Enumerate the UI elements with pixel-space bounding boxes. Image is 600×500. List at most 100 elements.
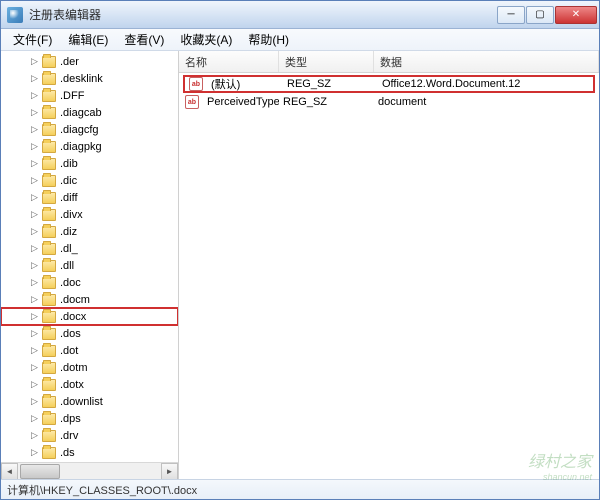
expand-icon[interactable]: ▷ — [29, 396, 40, 407]
folder-icon — [42, 175, 56, 187]
tree-item[interactable]: ▷ .desklink — [1, 70, 178, 87]
tree-item[interactable]: ▷.DFF — [1, 87, 178, 104]
expand-icon[interactable]: ▷ — [29, 277, 40, 288]
expand-icon[interactable]: ▷ — [29, 56, 40, 67]
folder-icon — [42, 379, 56, 391]
tree-item[interactable]: ▷.dos — [1, 325, 178, 342]
scroll-right-button[interactable]: ► — [161, 463, 178, 480]
tree-item[interactable]: ▷ .diagcfg — [1, 121, 178, 138]
tree-item-label: .diagcfg — [60, 124, 99, 136]
expand-icon[interactable]: ▷ — [29, 243, 40, 254]
window-controls: ─ ▢ ✕ — [496, 6, 597, 24]
menu-favorites[interactable]: 收藏夹(A) — [172, 29, 240, 50]
tree-item[interactable]: ▷ .dotm — [1, 359, 178, 376]
tree-item[interactable]: ▷.diagpkg — [1, 138, 178, 155]
tree-item-label: .desklink — [60, 73, 103, 85]
menu-view[interactable]: 查看(V) — [116, 29, 172, 50]
minimize-button[interactable]: ─ — [497, 6, 525, 24]
expand-icon[interactable]: ▷ — [29, 209, 40, 220]
app-icon — [7, 7, 23, 23]
cell-data: Office12.Word.Document.12 — [378, 78, 595, 90]
tree-item[interactable]: ▷.dib — [1, 155, 178, 172]
expand-icon[interactable]: ▷ — [29, 73, 40, 84]
tree-item[interactable]: ▷.drv — [1, 427, 178, 444]
menu-help[interactable]: 帮助(H) — [240, 29, 297, 50]
tree-item[interactable]: ▷.dps — [1, 410, 178, 427]
folder-icon — [42, 328, 56, 340]
tree-item-label: .docx — [60, 311, 86, 323]
scroll-track[interactable] — [18, 463, 161, 480]
expand-icon[interactable]: ▷ — [29, 294, 40, 305]
tree-item-label: .dotm — [60, 362, 88, 374]
titlebar[interactable]: 注册表编辑器 ─ ▢ ✕ — [1, 1, 599, 29]
expand-icon[interactable]: ▷ — [29, 345, 40, 356]
tree-item[interactable]: ▷ .diff — [1, 189, 178, 206]
tree-item-label: .docm — [60, 294, 90, 306]
maximize-button[interactable]: ▢ — [526, 6, 554, 24]
tree-item[interactable]: ▷.divx — [1, 206, 178, 223]
expand-icon[interactable]: ▷ — [29, 362, 40, 373]
statusbar: 计算机\HKEY_CLASSES_ROOT\.docx — [1, 479, 599, 499]
folder-icon — [42, 447, 56, 459]
expand-icon[interactable]: ▷ — [29, 90, 40, 101]
cell-name: (默认) — [207, 76, 283, 92]
scroll-thumb[interactable] — [20, 464, 60, 479]
folder-icon — [42, 430, 56, 442]
menu-edit[interactable]: 编辑(E) — [60, 29, 116, 50]
tree-item-label: .dl_ — [60, 243, 78, 255]
expand-icon[interactable]: ▷ — [29, 447, 40, 458]
tree-item[interactable]: ▷ .dl_ — [1, 240, 178, 257]
expand-icon[interactable]: ▷ — [29, 226, 40, 237]
folder-icon — [42, 345, 56, 357]
tree-item[interactable]: ▷.downlist — [1, 393, 178, 410]
expand-icon[interactable]: ▷ — [29, 175, 40, 186]
expand-icon[interactable]: ▷ — [29, 311, 40, 322]
expand-icon[interactable]: ▷ — [29, 107, 40, 118]
list-body[interactable]: ab(默认)REG_SZOffice12.Word.Document.12abP… — [179, 73, 599, 479]
tree-item[interactable]: ▷.diz — [1, 223, 178, 240]
folder-icon — [42, 243, 56, 255]
tree-item[interactable]: ▷ .der — [1, 53, 178, 70]
expand-icon[interactable]: ▷ — [29, 158, 40, 169]
tree-item[interactable]: ▷.dic — [1, 172, 178, 189]
tree-item[interactable]: ▷ .docx — [1, 308, 178, 325]
tree-item[interactable]: ▷.dll — [1, 257, 178, 274]
tree-item[interactable]: ▷ .doc — [1, 274, 178, 291]
menu-file[interactable]: 文件(F) — [5, 29, 60, 50]
expand-icon[interactable]: ▷ — [29, 379, 40, 390]
folder-icon — [42, 413, 56, 425]
tree-item[interactable]: ▷ .docm — [1, 291, 178, 308]
tree-item[interactable]: ▷.ds — [1, 444, 178, 461]
expand-icon[interactable]: ▷ — [29, 328, 40, 339]
scroll-left-button[interactable]: ◄ — [1, 463, 18, 480]
list-row[interactable]: ab(默认)REG_SZOffice12.Word.Document.12 — [183, 75, 595, 93]
folder-icon — [42, 362, 56, 374]
tree-item-label: .doc — [60, 277, 81, 289]
column-header-data[interactable]: 数据 — [374, 51, 599, 72]
expand-icon[interactable]: ▷ — [29, 430, 40, 441]
tree-item[interactable]: ▷.dot — [1, 342, 178, 359]
folder-icon — [42, 277, 56, 289]
expand-icon[interactable]: ▷ — [29, 141, 40, 152]
tree-body[interactable]: ▷.der▷.desklink▷.DFF▷.diagcab▷.diagcfg▷.… — [1, 51, 178, 462]
folder-icon — [42, 294, 56, 306]
expand-icon[interactable]: ▷ — [29, 124, 40, 135]
expand-icon[interactable]: ▷ — [29, 192, 40, 203]
tree-item-label: .der — [60, 56, 79, 68]
expand-icon[interactable]: ▷ — [29, 260, 40, 271]
column-header-name[interactable]: 名称 — [179, 51, 279, 72]
tree-item[interactable]: ▷ .diagcab — [1, 104, 178, 121]
horizontal-scrollbar[interactable]: ◄ ► — [1, 462, 178, 479]
folder-icon — [42, 141, 56, 153]
list-row[interactable]: abPerceivedTypeREG_SZdocument — [179, 93, 599, 111]
list-panel: 名称 类型 数据 ab(默认)REG_SZOffice12.Word.Docum… — [179, 51, 599, 479]
tree-item-label: .diff — [60, 192, 78, 204]
window-title: 注册表编辑器 — [29, 6, 496, 23]
folder-icon — [42, 158, 56, 170]
registry-editor-window: 注册表编辑器 ─ ▢ ✕ 文件(F) 编辑(E) 查看(V) 收藏夹(A) 帮助… — [0, 0, 600, 500]
tree-item[interactable]: ▷.dotx — [1, 376, 178, 393]
column-header-type[interactable]: 类型 — [279, 51, 374, 72]
expand-icon[interactable]: ▷ — [29, 413, 40, 424]
tree-item-label: .diagcab — [60, 107, 102, 119]
close-button[interactable]: ✕ — [555, 6, 597, 24]
